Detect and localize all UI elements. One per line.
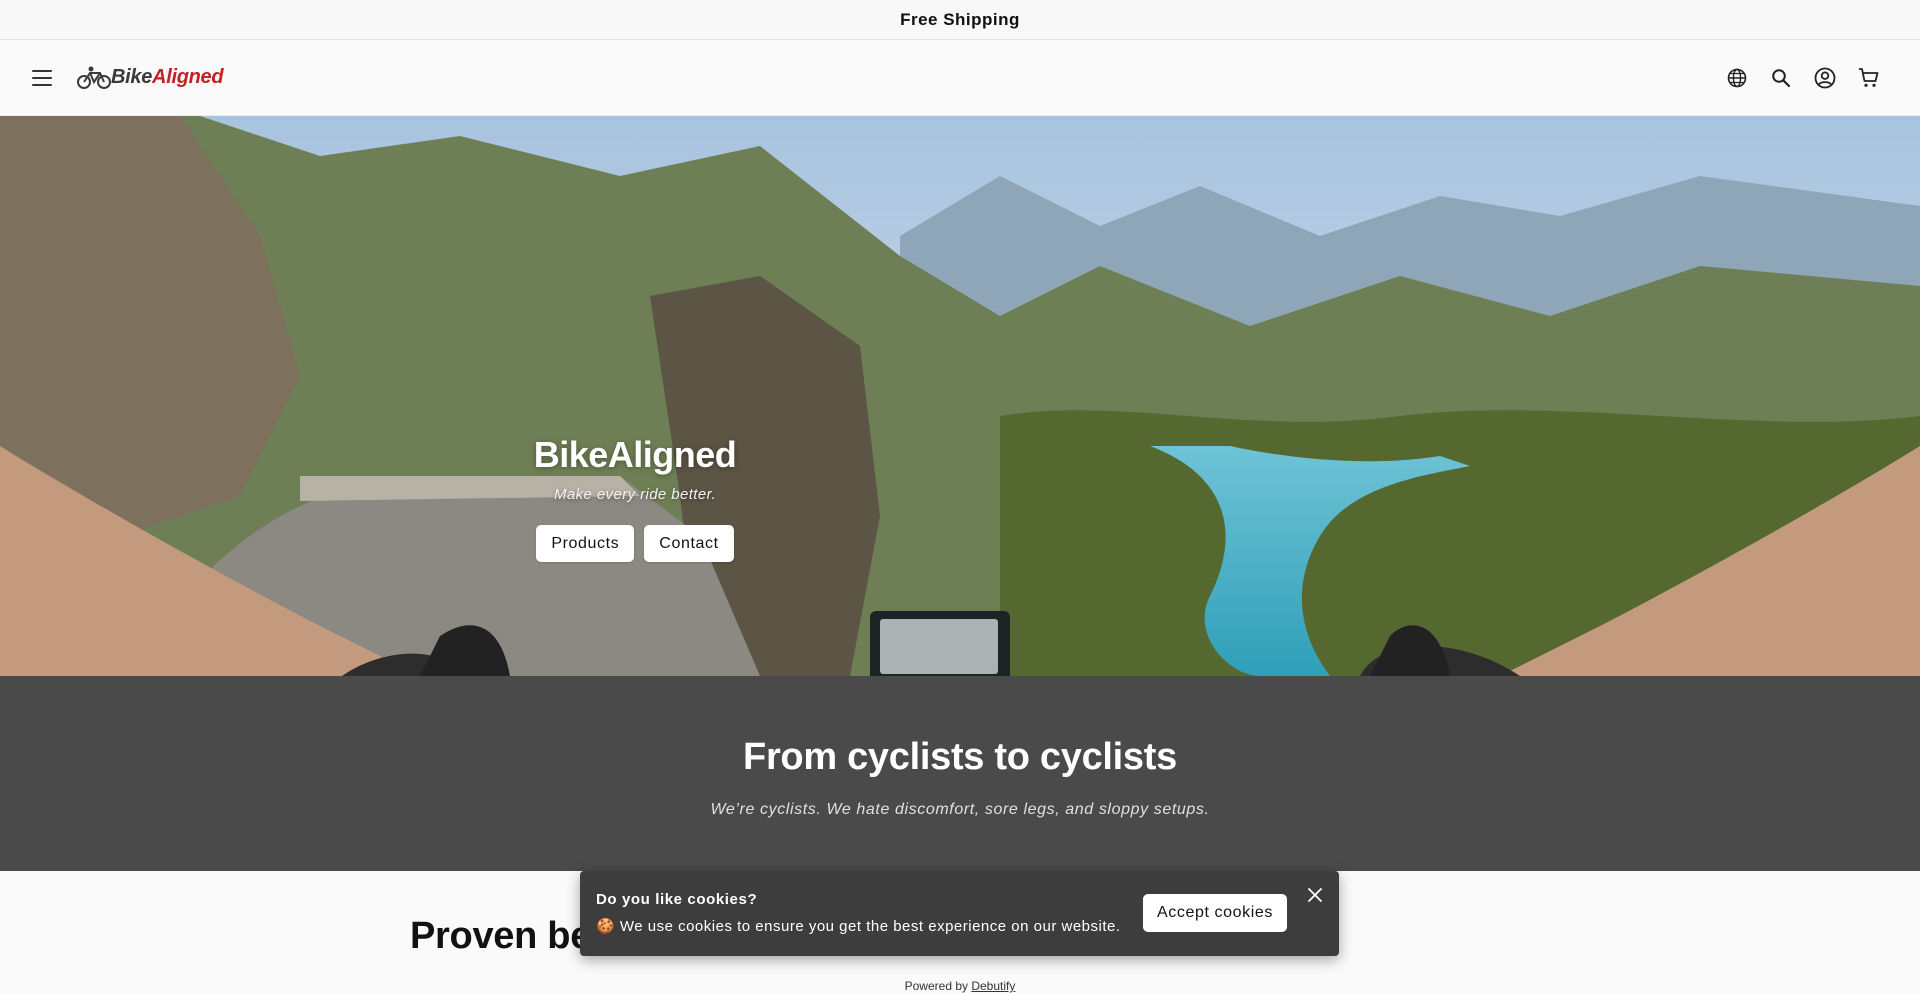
hero-banner: BikeAligned Make every ride better. Prod… — [0, 116, 1920, 676]
hero-subtitle: Make every ride better. — [553, 486, 717, 503]
search-icon[interactable] — [1770, 67, 1792, 89]
contact-button[interactable]: Contact — [644, 525, 734, 562]
cart-icon[interactable] — [1858, 67, 1880, 89]
cookie-title: Do you like cookies? — [596, 891, 758, 908]
featured-title: Proven be — [410, 915, 592, 957]
close-icon[interactable] — [1305, 885, 1325, 905]
site-logo[interactable]: BikeAligned — [77, 65, 224, 91]
announcement-bar: Free Shipping — [0, 0, 1920, 40]
account-icon[interactable] — [1814, 67, 1836, 89]
site-header: BikeAligned — [0, 40, 1920, 116]
intro-section: From cyclists to cyclists We’re cyclists… — [0, 676, 1920, 871]
cookie-text: 🍪 We use cookies to ensure you get the b… — [596, 918, 1121, 935]
cookie-banner: Do you like cookies? 🍪 We use cookies to… — [580, 871, 1339, 956]
bicycle-icon — [77, 66, 111, 89]
intro-text: We’re cyclists. We hate discomfort, sore… — [710, 801, 1210, 818]
powered-by: Powered by Debutify — [904, 979, 1016, 993]
menu-icon[interactable] — [32, 68, 52, 88]
hero-title: BikeAligned — [533, 434, 737, 475]
globe-icon[interactable] — [1726, 67, 1748, 89]
intro-title: From cyclists to cyclists — [743, 736, 1177, 778]
hero-background-image — [0, 116, 1920, 676]
powered-by-link[interactable]: Debutify — [971, 979, 1015, 993]
announcement-text: Free Shipping — [900, 9, 1020, 29]
hero-content: BikeAligned Make every ride better. Prod… — [532, 434, 738, 562]
products-button[interactable]: Products — [536, 525, 635, 562]
accept-cookies-button[interactable]: Accept cookies — [1143, 894, 1288, 932]
logo-text: BikeAligned — [111, 66, 224, 88]
